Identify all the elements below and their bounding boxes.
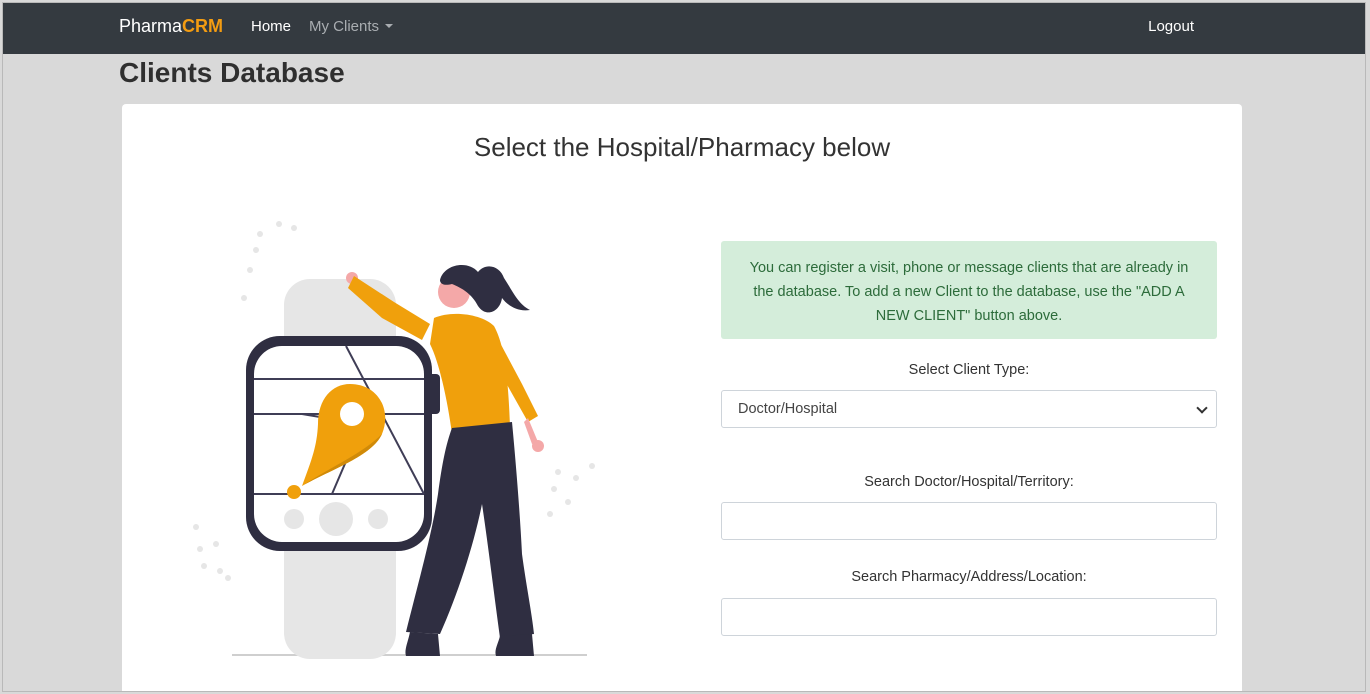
card-title: Select the Hospital/Pharmacy below — [473, 132, 891, 162]
logout-link[interactable]: Logout — [1148, 18, 1194, 35]
client-select-card: Select the Hospital/Pharmacy below You c… — [122, 104, 1242, 691]
nav-my-clients-dropdown[interactable]: My Clients — [309, 18, 394, 35]
info-alert: You can register a visit, phone or messa… — [721, 241, 1217, 339]
brand-accent-text: CRM — [182, 16, 224, 36]
nav-my-clients-label: My Clients — [309, 18, 380, 35]
client-type-select[interactable]: Doctor/Hospital — [721, 390, 1217, 428]
smartwatch-illustration — [193, 221, 595, 659]
top-navbar: PharmaCRM Home My Clients Logout — [3, 3, 1365, 54]
client-type-label: Select Client Type: — [908, 362, 1030, 378]
brand-logo[interactable]: PharmaCRM — [119, 16, 223, 37]
chevron-down-icon — [1196, 402, 1208, 414]
page-title: Clients Database — [119, 57, 345, 88]
search-pharmacy-label: Search Pharmacy/Address/Location: — [851, 569, 1087, 585]
caret-down-icon — [385, 24, 394, 28]
nav-home-link[interactable]: Home — [251, 18, 291, 35]
search-doctor-input[interactable] — [721, 502, 1217, 540]
search-doctor-label: Search Doctor/Hospital/Territory: — [864, 474, 1074, 490]
client-search-form: You can register a visit, phone or messa… — [721, 241, 1217, 636]
client-type-selected-value: Doctor/Hospital — [738, 401, 838, 417]
search-pharmacy-input[interactable] — [721, 598, 1217, 636]
brand-main-text: Pharma — [119, 16, 183, 36]
app-frame: PharmaCRM Home My Clients Logout Clients… — [2, 2, 1366, 692]
